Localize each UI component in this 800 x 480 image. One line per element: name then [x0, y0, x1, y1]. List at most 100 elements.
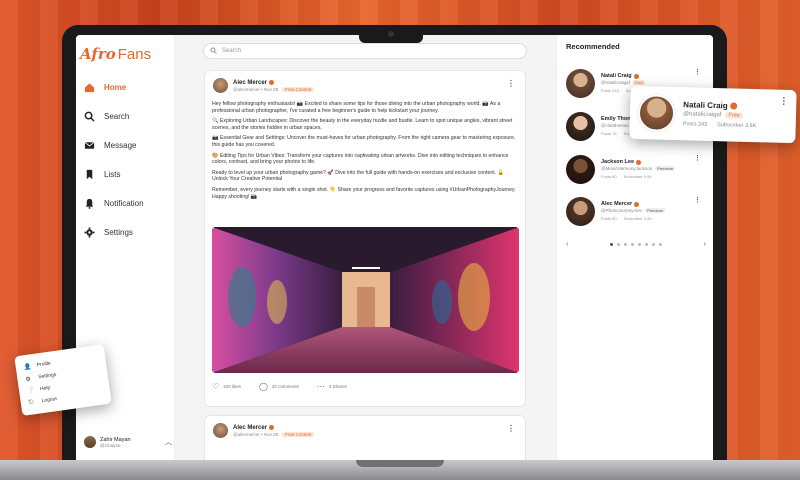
post-paragraph: 🔍 Exploring Urban Landscapes: Discover t… — [212, 118, 513, 131]
comment-button[interactable]: ◯ 20 comments — [259, 382, 299, 391]
help-icon: ❔ — [26, 387, 36, 395]
more-options-icon[interactable]: ⋮ — [507, 424, 515, 433]
camera-icon — [388, 31, 394, 37]
more-options-icon[interactable]: ⋮ — [694, 68, 701, 76]
creator-name: Natali Craig — [601, 73, 661, 79]
more-options-icon[interactable]: ⋮ — [507, 79, 515, 88]
post-meta: @alecmercer • Nov 28 Free Content — [233, 431, 315, 437]
app-logo[interactable]: Afro Fans — [80, 45, 151, 63]
author-handle: @alecmercer — [233, 86, 260, 92]
nav-item-settings[interactable]: Settings — [84, 218, 172, 247]
nav-item-home[interactable]: Home — [84, 73, 172, 102]
laptop-lip — [356, 460, 444, 467]
share-button[interactable]: ⋯ 3 Shares — [317, 382, 347, 391]
verified-icon — [633, 73, 639, 79]
creator-popup-card[interactable]: Natali Craig @natalicraigaf Free Posts 24… — [629, 85, 797, 144]
pager-dot[interactable] — [652, 243, 655, 246]
post-count: Posts 76 — [601, 131, 617, 136]
creator-stats: Posts 243 Subscriber 3.6K — [683, 121, 767, 129]
recommended-title: Recommended — [566, 42, 620, 51]
avatar[interactable] — [213, 78, 228, 93]
more-options-icon[interactable]: ⋮ — [694, 196, 701, 204]
verified-icon — [269, 425, 275, 430]
pager-dot[interactable] — [645, 243, 648, 246]
nav-item-search[interactable]: Search — [84, 102, 172, 131]
more-options-icon[interactable]: ⋮ — [779, 96, 788, 107]
laptop-base — [0, 460, 800, 480]
user-icon: 👤 — [23, 363, 32, 371]
avatar — [84, 436, 96, 448]
subscriber-count: Subscriber 3.6K — [717, 122, 757, 130]
creator-handle: @natalicraigaf Free — [683, 111, 767, 119]
logo-part-1: Afro — [80, 45, 116, 63]
nav-item-notification[interactable]: Notification — [84, 189, 172, 218]
nav-item-message[interactable]: Message — [84, 131, 172, 160]
logout-icon: ⎋ — [28, 398, 34, 406]
search-placeholder: Search — [222, 48, 242, 54]
avatar — [566, 196, 595, 226]
bookmark-icon — [84, 169, 95, 180]
chevron-right-icon[interactable]: › — [704, 241, 706, 248]
free-badge: Free — [632, 80, 646, 85]
post-time: Nov 28 — [263, 431, 279, 437]
post-text: Hey fellow photography enthusiasts! 📷 Ex… — [212, 101, 518, 204]
pager-dots — [610, 243, 662, 246]
bell-icon — [84, 198, 95, 209]
main-nav: Home Search Message Lists Notification S… — [84, 73, 172, 247]
comment-count: 20 comments — [271, 384, 299, 389]
post-image[interactable] — [212, 227, 519, 373]
laptop-frame: Afro Fans Home Search Message Lists Noti… — [62, 25, 727, 463]
chevron-up-icon[interactable]: ︿ — [165, 437, 172, 447]
premium-badge: Premium — [655, 166, 676, 171]
pager-dot[interactable] — [617, 243, 620, 246]
menu-label: Profile — [36, 360, 52, 369]
recommended-card[interactable]: Alec Mercer @PhotoJourneyAlec Premium Pos… — [566, 193, 701, 229]
creator-name: Jackson Lee — [601, 159, 675, 165]
nav-item-lists[interactable]: Lists — [84, 160, 172, 189]
pager-dot[interactable] — [659, 243, 662, 246]
author-name: Alec Mercer — [233, 79, 268, 86]
avatar — [566, 68, 595, 98]
pager-dot[interactable] — [610, 243, 613, 246]
creator-stats: Posts 80 Subscriber 5.9K — [601, 174, 675, 179]
creator-handle-text: @natalicraigaf — [682, 111, 722, 119]
pager-dot[interactable] — [631, 243, 634, 246]
camera-notch — [359, 25, 423, 43]
pager-dot[interactable] — [624, 243, 627, 246]
post-card: Alec Mercer @alecmercer • Nov 28 Free Co… — [204, 415, 526, 463]
home-icon — [84, 82, 95, 93]
creator-name-text: Natali Craig — [683, 100, 728, 111]
search-input[interactable]: Search — [203, 43, 527, 59]
current-user[interactable]: Zahir Mayan @zmayan ︿ — [84, 436, 172, 448]
avatar — [566, 154, 595, 184]
creator-handle: @PhotoJourneyAlec Premium — [601, 208, 666, 213]
creator-name-text: Alec Mercer — [601, 201, 633, 207]
post-count: Posts 243 — [682, 121, 708, 128]
creator-handle-text: @PhotoJourneyAlec — [601, 208, 643, 213]
message-icon — [84, 140, 95, 151]
post-author[interactable]: Alec Mercer — [233, 80, 314, 86]
creator-name-text: Natali Craig — [601, 73, 632, 79]
nav-label: Notification — [104, 199, 144, 208]
post-paragraph: Hey fellow photography enthusiasts! 📷 Ex… — [212, 101, 501, 114]
chevron-left-icon[interactable]: ‹ — [566, 241, 568, 248]
search-icon — [84, 111, 95, 122]
nav-label: Settings — [104, 228, 133, 237]
pager-dot[interactable] — [638, 243, 641, 246]
avatar[interactable] — [213, 423, 228, 438]
author-name: Alec Mercer — [233, 424, 268, 431]
user-handle: @zmayan — [100, 442, 121, 448]
post-paragraph: 🎨 Editing Tips for Urban Vibes: Transfor… — [212, 152, 509, 166]
verified-icon — [730, 102, 738, 110]
nav-label: Message — [104, 141, 137, 150]
recommended-card[interactable]: Jackson Lee @MusicHarmonyJackson Premium … — [566, 151, 701, 187]
more-options-icon[interactable]: ⋮ — [694, 154, 701, 162]
menu-label: Logout — [41, 396, 58, 405]
like-button[interactable]: ♡ 100 likes — [212, 382, 241, 391]
creator-name: Natali Craig — [683, 100, 767, 111]
post-author[interactable]: Alec Mercer — [233, 425, 314, 431]
user-name: Zahir Mayan — [100, 436, 131, 443]
logo-part-2: Fans — [117, 46, 152, 63]
post-meta: @alecmercer • Nov 28 Free Content — [233, 86, 315, 92]
comment-icon: ◯ — [258, 382, 268, 391]
